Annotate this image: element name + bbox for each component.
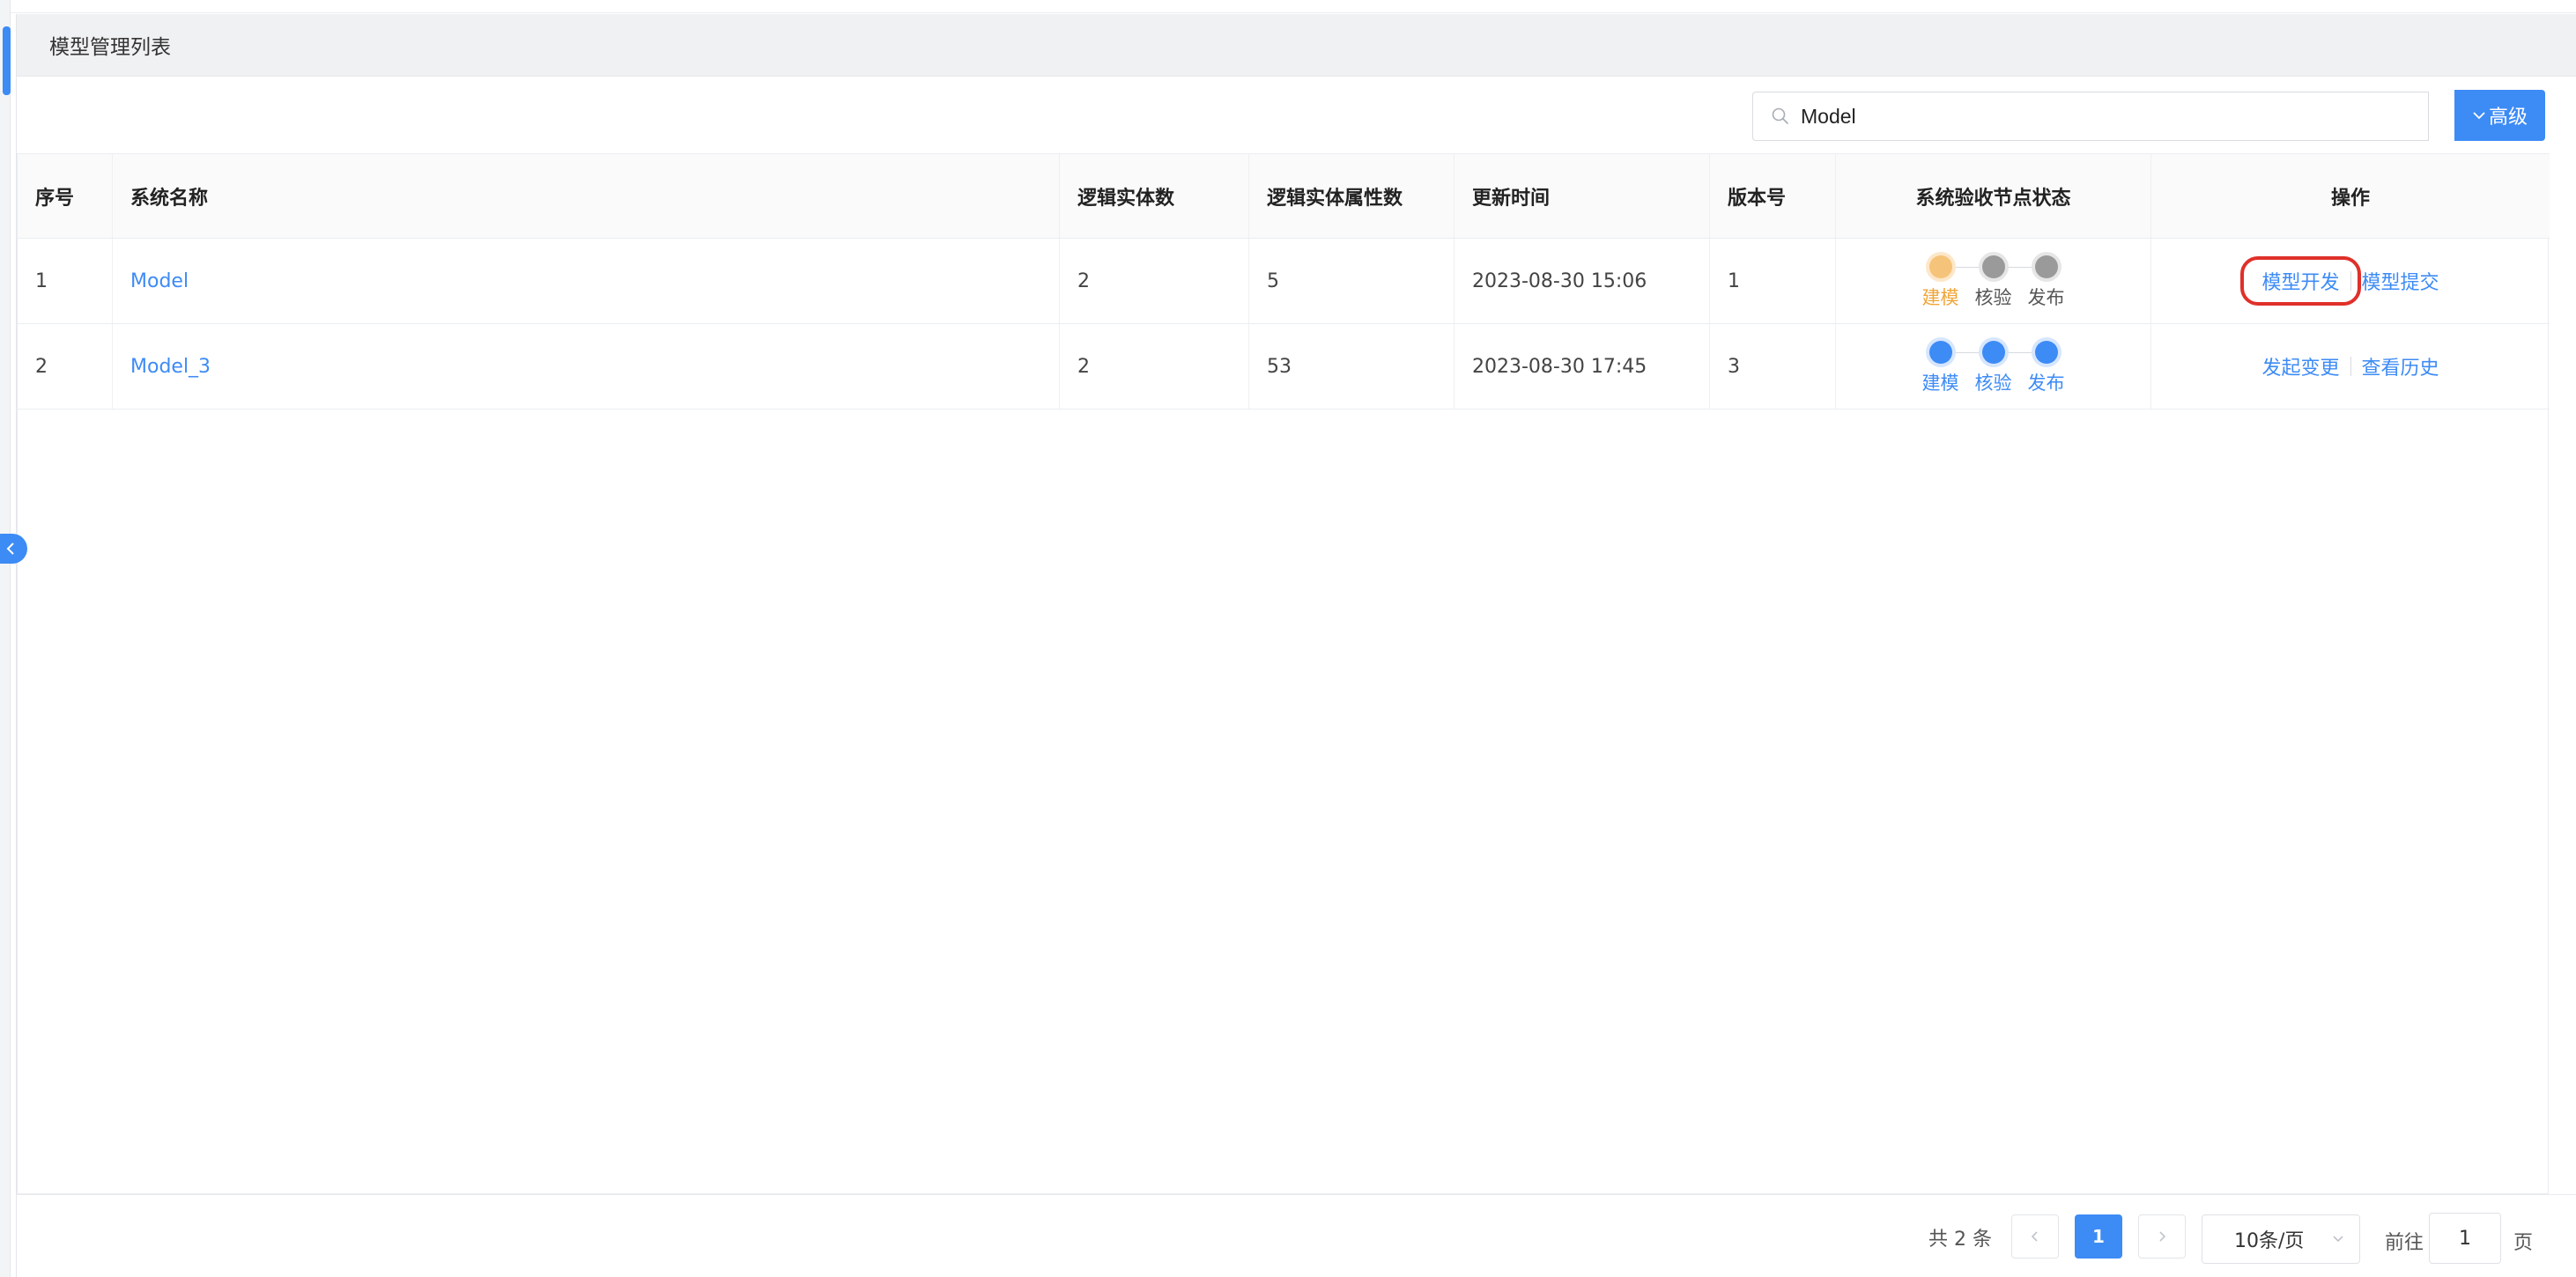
next-page-button[interactable]: [2138, 1214, 2186, 1259]
update-time: 2023-08-30 15:06: [1455, 239, 1710, 323]
row-actions: 发起变更 查看历史: [2151, 324, 2550, 409]
pagination: 共 2 条 1 10条/页 前往 1 页: [17, 1194, 2576, 1277]
page-size-value: 10条/页: [2234, 1230, 2305, 1252]
attribute-count: 5: [1249, 239, 1455, 323]
step-modeling: 建模: [1914, 250, 1967, 310]
step-label: 核验: [1974, 287, 2012, 308]
page-size-select[interactable]: 10条/页: [2202, 1214, 2360, 1264]
advanced-search-label: 高级: [2488, 107, 2528, 129]
pending-dot-icon: [2034, 255, 2058, 278]
done-dot-icon: [1928, 341, 1952, 364]
chevron-left-icon: [2031, 1231, 2038, 1242]
row-actions: 模型开发 模型提交: [2151, 239, 2550, 323]
entity-count: 2: [1060, 324, 1249, 409]
table-row: 1 Model 2 5 2023-08-30 15:06 1 建模 核验 发布 …: [18, 239, 2550, 324]
search-input[interactable]: [1801, 104, 2365, 129]
step-modeling: 建模: [1914, 336, 1967, 395]
step-label: 建模: [1921, 373, 1959, 394]
chevron-left-icon: [6, 543, 14, 555]
prev-page-button[interactable]: [2011, 1214, 2059, 1259]
header-update-time: 更新时间: [1455, 154, 1710, 238]
step-label: 发布: [2027, 373, 2065, 394]
search-icon: [1772, 107, 1788, 124]
node-status: 建模 核验 发布: [1836, 239, 2151, 323]
row-index: 1: [18, 239, 113, 323]
chevron-right-icon: [2159, 1231, 2166, 1242]
step-label: 建模: [1921, 287, 1959, 308]
search-box[interactable]: [1752, 92, 2429, 141]
chevron-down-icon: [2333, 1236, 2343, 1243]
system-name-link[interactable]: Model: [130, 270, 189, 292]
header-entity-count: 逻辑实体数: [1060, 154, 1249, 238]
header-version: 版本号: [1710, 154, 1836, 238]
panel-header: 模型管理列表: [17, 14, 2576, 77]
header-actions: 操作: [2330, 187, 2370, 210]
status-steps: 建模 核验 发布: [1906, 250, 2082, 312]
header-attribute-count: 逻辑实体属性数: [1249, 154, 1455, 238]
in-progress-icon: [1928, 255, 1952, 278]
update-time: 2023-08-30 17:45: [1455, 324, 1710, 409]
chevron-down-icon: [2473, 112, 2485, 120]
header-index: 序号: [18, 154, 113, 238]
pending-dot-icon: [1981, 255, 2005, 278]
step-label: 发布: [2027, 287, 2065, 308]
status-steps: 建模 核验 发布: [1906, 336, 2082, 397]
step-verify: 核验: [1967, 250, 2020, 310]
done-dot-icon: [1981, 341, 2005, 364]
entity-count: 2: [1060, 239, 1249, 323]
advanced-search-button[interactable]: 高级: [2454, 90, 2545, 141]
initiate-change-button[interactable]: 发起变更: [2251, 352, 2350, 380]
done-dot-icon: [2034, 341, 2058, 364]
model-develop-button[interactable]: 模型开发: [2240, 256, 2361, 306]
step-label: 核验: [1974, 373, 2012, 394]
row-index: 2: [18, 324, 113, 409]
view-history-button[interactable]: 查看历史: [2351, 352, 2450, 380]
version-number: 3: [1710, 324, 1836, 409]
header-node-status: 系统验收节点状态: [1836, 154, 2151, 238]
total-count: 共 2 条: [1928, 1229, 1992, 1251]
page-button-1[interactable]: 1: [2075, 1214, 2122, 1259]
goto-label: 前往: [2385, 1232, 2424, 1254]
model-submit-button[interactable]: 模型提交: [2351, 267, 2450, 295]
table-row: 2 Model_3 2 53 2023-08-30 17:45 3 建模 核验: [18, 324, 2550, 410]
step-verify: 核验: [1967, 336, 2020, 395]
goto-page-input[interactable]: 1: [2429, 1213, 2501, 1264]
page-title: 模型管理列表: [49, 36, 171, 59]
version-number: 1: [1710, 239, 1836, 323]
top-strip: [0, 0, 2576, 13]
model-list-panel: 模型管理列表 高级 序号 系统名称 逻辑实体数 逻辑实体属性数 更新时间 版本号…: [16, 14, 2576, 1277]
header-system-name: 系统名称: [113, 154, 1060, 238]
node-status: 建模 核验 发布: [1836, 324, 2151, 409]
step-publish: 发布: [2020, 250, 2073, 310]
attribute-count: 53: [1249, 324, 1455, 409]
left-active-indicator: [3, 26, 11, 95]
page-suffix: 页: [2513, 1232, 2534, 1254]
model-table: 序号 系统名称 逻辑实体数 逻辑实体属性数 更新时间 版本号 系统验收节点状态 …: [17, 153, 2550, 1194]
step-publish: 发布: [2020, 336, 2073, 395]
system-name-link[interactable]: Model_3: [130, 356, 211, 378]
table-header: 序号 系统名称 逻辑实体数 逻辑实体属性数 更新时间 版本号 系统验收节点状态 …: [18, 153, 2550, 239]
left-rail: [0, 0, 11, 1277]
